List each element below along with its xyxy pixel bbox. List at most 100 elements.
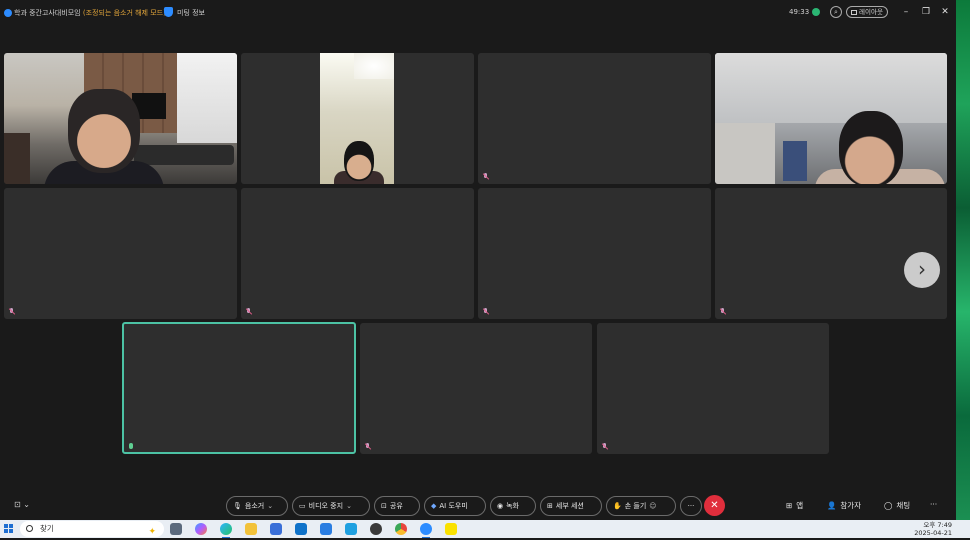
participants-icon: 👤 bbox=[827, 501, 837, 510]
search-icon bbox=[26, 525, 33, 532]
video-tile[interactable] bbox=[478, 53, 711, 184]
meeting-title: 학과 중간고사대비모임 (조정되는 음소거 해제 모드) bbox=[14, 8, 166, 18]
participants-label: 참가자 bbox=[840, 501, 862, 510]
video-background bbox=[715, 123, 775, 184]
minimize-button[interactable]: – bbox=[900, 6, 912, 18]
video-background bbox=[783, 141, 807, 181]
mute-button[interactable]: 🎙 음소거 ⌄ bbox=[226, 496, 288, 516]
desktop-background bbox=[956, 0, 970, 520]
participant-video bbox=[839, 111, 903, 184]
windows-start-icon[interactable] bbox=[4, 524, 13, 533]
mic-on-icon bbox=[129, 443, 133, 449]
video-tile[interactable] bbox=[241, 53, 474, 184]
title-bar: 학과 중간고사대비모임 (조정되는 음소거 해제 모드) 미팅 정보 49:33… bbox=[0, 0, 956, 26]
video-button[interactable]: ▭ 비디오 중지 ⌄ bbox=[292, 496, 370, 516]
video-tile[interactable] bbox=[4, 53, 237, 184]
participant-video bbox=[344, 141, 374, 181]
zoom-logo-icon bbox=[4, 9, 12, 17]
task-view-icon[interactable] bbox=[170, 523, 182, 535]
breakout-rooms-button[interactable]: ⊞ 세부 세션 bbox=[540, 496, 602, 516]
meeting-timer: 49:33 bbox=[789, 8, 810, 16]
mic-muted-icon bbox=[8, 308, 15, 316]
app-icon[interactable] bbox=[370, 523, 382, 535]
taskbar-search-box[interactable]: 찾기 ✦ bbox=[20, 521, 164, 537]
chrome-icon[interactable] bbox=[395, 523, 407, 535]
participants-button[interactable]: 👤 참가자 bbox=[827, 500, 861, 511]
apps-button[interactable]: ⊞ 앱 bbox=[786, 500, 803, 511]
participant-video bbox=[68, 89, 140, 173]
chat-icon: ◯ bbox=[884, 501, 893, 510]
video-background bbox=[177, 53, 237, 143]
more-button[interactable]: ··· bbox=[680, 496, 702, 516]
video-tile[interactable] bbox=[478, 188, 711, 319]
mic-muted-icon bbox=[601, 443, 608, 451]
chevron-down-icon[interactable]: ⌄ bbox=[267, 502, 273, 510]
reaction-icon[interactable]: ☺ bbox=[649, 502, 656, 510]
zoom-meeting-window: 학과 중간고사대비모임 (조정되는 음소거 해제 모드) 미팅 정보 49:33… bbox=[0, 0, 956, 520]
connection-status-icon[interactable] bbox=[812, 8, 820, 16]
chat-label: 채팅 bbox=[896, 501, 911, 510]
zoom-app-icon[interactable] bbox=[420, 523, 432, 538]
overflow-button[interactable]: ··· bbox=[930, 500, 937, 509]
clock-time: 오후 7:49 bbox=[923, 521, 952, 529]
video-tile[interactable] bbox=[4, 188, 237, 319]
share-screen-icon: ⊡ bbox=[381, 502, 387, 510]
mic-muted-icon bbox=[245, 308, 252, 316]
app-icon[interactable] bbox=[320, 523, 332, 535]
video-background bbox=[4, 133, 30, 184]
clock-date: 2025-04-21 bbox=[914, 529, 952, 537]
ai-label: AI 도우미 bbox=[439, 502, 468, 510]
layout-label: 레이아웃 bbox=[859, 8, 883, 16]
store-icon[interactable] bbox=[270, 523, 282, 535]
meeting-title-name: 학과 중간고사대비모임 bbox=[14, 9, 81, 17]
record-label: 녹화 bbox=[506, 502, 519, 510]
apps-icon: ⊞ bbox=[786, 501, 793, 510]
video-background bbox=[715, 53, 947, 123]
next-page-button[interactable]: › bbox=[904, 252, 940, 288]
zoom-view-icon[interactable]: ⌕ bbox=[830, 6, 842, 18]
close-button[interactable]: ✕ bbox=[939, 6, 951, 18]
ai-companion-button[interactable]: ◆ AI 도우미 bbox=[424, 496, 486, 516]
outlook-icon[interactable] bbox=[295, 523, 307, 535]
video-tile[interactable] bbox=[715, 53, 947, 184]
meeting-info-button[interactable]: 미팅 정보 bbox=[177, 8, 205, 18]
leave-meeting-button[interactable]: ✕ bbox=[704, 495, 725, 516]
video-background bbox=[354, 53, 394, 79]
share-label: 공유 bbox=[389, 502, 403, 510]
grid-icon bbox=[851, 9, 857, 15]
app-icon[interactable] bbox=[345, 523, 357, 535]
restore-button[interactable]: ❐ bbox=[920, 6, 932, 18]
camera-icon: ▭ bbox=[299, 502, 306, 510]
unmute-mode-status: (조정되는 음소거 해제 모드) bbox=[82, 9, 166, 17]
mute-label: 음소거 bbox=[244, 502, 265, 510]
microphone-icon: 🎙 bbox=[233, 502, 242, 510]
ai-companion-icon: ◆ bbox=[431, 502, 437, 510]
record-icon: ◉ bbox=[497, 502, 504, 510]
breakout-rooms-icon: ⊞ bbox=[547, 502, 553, 510]
share-button[interactable]: ⊡ 공유 bbox=[374, 496, 420, 516]
mic-muted-icon bbox=[364, 443, 371, 451]
raise-hand-button[interactable]: ✋ 손 들기 ☺ bbox=[606, 496, 676, 516]
taskbar-clock[interactable]: 오후 7:49 2025-04-21 bbox=[912, 521, 952, 537]
shield-icon[interactable] bbox=[164, 7, 173, 17]
kakaotalk-icon[interactable] bbox=[445, 523, 457, 535]
video-label: 비디오 중지 bbox=[308, 502, 344, 510]
file-explorer-icon[interactable] bbox=[245, 523, 257, 535]
video-background bbox=[134, 145, 234, 165]
mic-muted-icon bbox=[482, 308, 489, 316]
apps-label: 앱 bbox=[796, 501, 804, 510]
chevron-down-icon[interactable]: ⌄ bbox=[346, 502, 352, 510]
video-tile[interactable] bbox=[360, 323, 592, 454]
video-tile[interactable] bbox=[241, 188, 474, 319]
active-speaker-tile[interactable] bbox=[122, 322, 356, 454]
layout-button[interactable]: 레이아웃 bbox=[846, 6, 888, 18]
mic-muted-icon bbox=[482, 173, 489, 181]
raise-hand-label: 손 들기 bbox=[624, 502, 647, 510]
record-button[interactable]: ◉ 녹화 bbox=[490, 496, 536, 516]
edge-browser-icon[interactable] bbox=[220, 523, 232, 538]
video-tile[interactable] bbox=[597, 323, 829, 454]
copilot-icon[interactable] bbox=[195, 523, 207, 535]
captions-toggle-button[interactable]: ⊡ ⌄ bbox=[14, 500, 30, 509]
windows-taskbar: 찾기 ✦ 오후 7:49 2025-04-21 bbox=[0, 520, 970, 538]
chat-button[interactable]: ◯ 채팅 bbox=[884, 500, 910, 511]
